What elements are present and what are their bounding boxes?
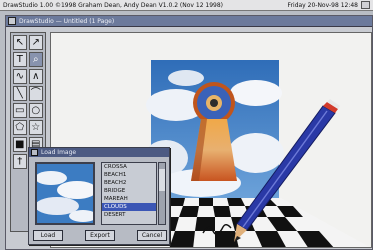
- polygon-tool-icon[interactable]: ⬠: [13, 120, 27, 135]
- load-button[interactable]: Load: [33, 230, 63, 241]
- cancel-button[interactable]: Cancel: [137, 230, 167, 241]
- file-list-item[interactable]: DESERT: [102, 211, 156, 219]
- screen-clock: Friday 20-Nov-98 12:48: [287, 1, 358, 9]
- file-list-item[interactable]: CROSSA: [102, 163, 156, 171]
- image-preview: [35, 162, 95, 225]
- file-list-item[interactable]: BEACH2: [102, 179, 156, 187]
- text-tool-icon[interactable]: T: [13, 52, 27, 67]
- file-list-scrollbar[interactable]: [158, 162, 166, 225]
- fill-tool-icon[interactable]: ■: [13, 137, 27, 152]
- screen-title: DrawStudio 1.00 ©1998 Graham Dean, Andy …: [3, 1, 224, 9]
- screen-title-bar[interactable]: DrawStudio 1.00 ©1998 Graham Dean, Andy …: [0, 0, 373, 11]
- file-list-item[interactable]: CLOUDS: [102, 203, 156, 211]
- export-button[interactable]: Export: [85, 230, 115, 241]
- node-edit-icon[interactable]: ↗: [28, 35, 43, 50]
- depth-gadget-icon[interactable]: [361, 1, 370, 9]
- star-tool-icon[interactable]: ☆: [28, 120, 43, 135]
- freehand-icon[interactable]: ∿: [13, 69, 27, 84]
- dialog-title: Load Image: [41, 149, 77, 156]
- scrollbar-thumb[interactable]: [159, 169, 165, 191]
- eyedropper-tool-icon[interactable]: †: [13, 154, 27, 169]
- window-title-bar[interactable]: DrawStudio — Untitled (1 Page): [6, 16, 372, 27]
- select-arrow-icon[interactable]: ↖: [13, 35, 27, 50]
- file-list[interactable]: CROSSA BEACH1 BEACH2 BRIDGE MAREAH CLOUDS DESE…: [101, 162, 157, 225]
- ellipse-tool-icon[interactable]: ○: [28, 103, 43, 118]
- pen-tool-icon[interactable]: ∧: [28, 69, 43, 84]
- line-tool-icon[interactable]: ╲: [13, 86, 27, 101]
- load-image-dialog[interactable]: Load Image CROSSA BEACH1 BEACH2 BRIDGE MAREA…: [28, 147, 170, 245]
- file-list-item[interactable]: BEACH1: [102, 171, 156, 179]
- window-title: DrawStudio — Untitled (1 Page): [19, 17, 115, 25]
- close-gadget-icon[interactable]: [8, 17, 16, 25]
- file-list-item[interactable]: MAREAH: [102, 195, 156, 203]
- dialog-title-bar[interactable]: Load Image: [29, 148, 169, 157]
- file-list-item[interactable]: BRIDGE: [102, 187, 156, 195]
- rectangle-tool-icon[interactable]: ▭: [13, 103, 27, 118]
- zoom-icon[interactable]: ⌕: [28, 52, 43, 67]
- cloud-preview-image: [37, 164, 93, 223]
- dialog-button-row: Load Export Cancel: [33, 230, 167, 242]
- dialog-close-icon[interactable]: [31, 149, 38, 156]
- curve-tool-icon[interactable]: ⌒: [28, 86, 43, 101]
